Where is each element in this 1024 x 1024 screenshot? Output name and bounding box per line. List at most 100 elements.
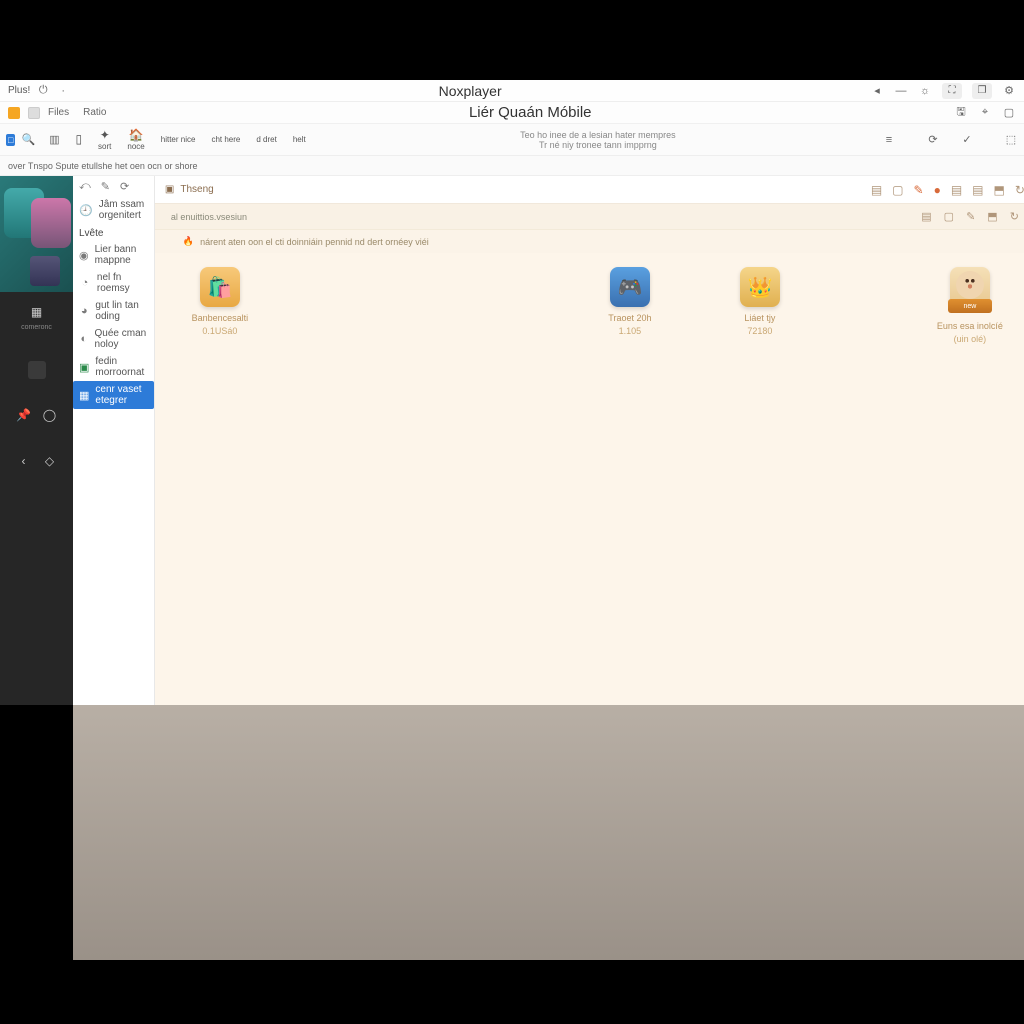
home-icon: 🏠 [129, 129, 144, 141]
letterbox-bottom [0, 960, 1024, 1024]
row2-left-label: Files [48, 107, 69, 118]
page-icon: ▯ [75, 133, 82, 145]
square-icon: ▣ [79, 360, 89, 374]
app-item[interactable]: 👑 Liáet tjy 72180 [715, 267, 805, 336]
game-title: Liér Quaán Móbile [106, 104, 954, 121]
app-icon: 🎮 [610, 267, 650, 307]
clock-icon: ◔ [79, 276, 91, 290]
tool-icon[interactable]: ▤ [972, 183, 983, 197]
check-icon[interactable]: ✓ [960, 133, 974, 147]
grid-icon[interactable]: ▦ [28, 303, 46, 321]
refresh-icon[interactable]: ⟳ [926, 133, 940, 147]
avatar-icon: new [950, 267, 990, 307]
circle-icon: ◉ [79, 248, 89, 262]
sun-icon[interactable]: ☼ [918, 84, 932, 98]
tool-icon[interactable]: ▤ [951, 183, 962, 197]
toolbar-item[interactable]: ▯ [75, 133, 82, 147]
star-icon: ✦ [100, 129, 110, 141]
restore-icon[interactable]: ❐ [972, 83, 992, 99]
sidebar-label: comeronc [21, 324, 52, 331]
sidebar-item[interactable]: ◔nel fn roemsy [73, 269, 154, 297]
circle-icon[interactable]: ◯ [41, 406, 59, 424]
sub-toolbar-text: over Tnspo Spute etullshe het oen ocn or… [8, 161, 197, 171]
back-icon[interactable]: ◂ [870, 84, 884, 98]
sidebar-item[interactable]: ▣fedin morroornat [73, 353, 154, 381]
sidebar-item[interactable]: ◉Lier bann mappne [73, 241, 154, 269]
dot-icon[interactable]: ● [934, 183, 941, 197]
toolbar-item[interactable]: cht here [211, 136, 240, 144]
card-icon[interactable]: ▥ [47, 133, 61, 147]
minimize-icon[interactable]: — [894, 84, 908, 98]
app-title: Noxplayer [70, 83, 870, 99]
content-area: ▣ Thseng ▤ ▢ ✎ ● ▤ ▤ ⬒ ↻ al enuittios.vs… [155, 176, 1024, 705]
sidebar-item-selected[interactable]: ▦cenr vaset etegrer [73, 381, 154, 409]
toolbar-item[interactable]: d dret [256, 136, 276, 144]
app-grid: 🛍️ Banbencesalti 0.1USá0 🎮 Traoet 20h 1.… [155, 253, 1024, 705]
menu-icon[interactable]: ≡ [882, 133, 896, 147]
edit-icon[interactable]: ✎ [914, 183, 924, 197]
app-item[interactable]: 🛍️ Banbencesalti 0.1USá0 [175, 267, 265, 336]
sidebar-item[interactable]: ◕gut lin tan oding [73, 297, 154, 325]
sidebar-item[interactable]: ◐Quée cman noloy [73, 325, 154, 353]
location-icon[interactable]: ⌖ [978, 106, 992, 120]
note-tool-icon[interactable]: ▢ [944, 210, 954, 223]
sidebar-section-title: Lvête [73, 224, 154, 241]
tool-icon[interactable]: ▤ [871, 183, 882, 197]
settings-icon[interactable]: ⚙ [1002, 84, 1016, 98]
sidebar-slot[interactable] [28, 361, 46, 379]
chevron-left-icon[interactable]: ‹ [15, 452, 33, 470]
doc-icon[interactable]: ▢ [1002, 106, 1016, 120]
toolbar-item-home[interactable]: 🏠noce [127, 129, 144, 151]
window-icon[interactable]: ⬚ [1004, 133, 1018, 147]
toolbar-item[interactable]: hitter nice [161, 136, 196, 144]
toolbar-item[interactable]: helt [293, 136, 306, 144]
toolbar-item-sort[interactable]: ✦sort [98, 129, 111, 151]
game-banner[interactable] [0, 176, 73, 292]
home-button[interactable]: □ [6, 134, 15, 146]
emulator-sidebar: ▦ comeronc 📌 ◯ ‹ ◇ [0, 176, 73, 705]
toggle-icon[interactable]: ⏻ [36, 84, 50, 98]
history-icon: 🕘 [79, 203, 93, 217]
sidebar-recent[interactable]: 🕘 Jâm ssam orgenitert [73, 196, 154, 224]
new-badge: new [948, 299, 992, 313]
pie-icon: ◕ [79, 304, 89, 318]
app-item[interactable]: new Euns esa inolcíé (uin olé) [925, 267, 1015, 344]
note-reload-icon[interactable]: ↻ [1010, 210, 1019, 223]
toolbar-subtitle1: Teo ho inee de a lesian hater mempres [314, 130, 882, 140]
content-note-2: 🔥 nárent aten oon el cti doinniáin penni… [155, 230, 1024, 253]
content-header: ▣ Thseng ▤ ▢ ✎ ● ▤ ▤ ⬒ ↻ [155, 176, 1024, 204]
note-tool-icon[interactable]: ▤ [921, 210, 931, 223]
diamond-icon[interactable]: ◇ [41, 452, 59, 470]
tool-icon[interactable]: ⬒ [994, 183, 1005, 197]
header-badge-icon: ▣ [165, 184, 174, 195]
half-icon: ◐ [79, 332, 89, 346]
content-header-label: Thseng [180, 184, 213, 195]
subtitle-bar: Files Ratio Liér Quaán Móbile 🖫 ⌖ ▢ [0, 102, 1024, 124]
desktop-background [73, 705, 1024, 960]
titlebar-left-label: Plus! [8, 85, 30, 96]
fullscreen-icon[interactable]: ⛶ [942, 83, 962, 99]
file-sidebar: ⤺ ✎ ⟳ 🕘 Jâm ssam orgenitert Lvête ◉Lier … [73, 176, 155, 705]
titlebar: Plus! ⏻ · Noxplayer ◂ — ☼ ⛶ ❐ ⚙ [0, 80, 1024, 102]
nav-back-icon[interactable]: ⤺ [79, 180, 91, 193]
app-item[interactable]: 🎮 Traoet 20h 1.105 [585, 267, 675, 336]
row2-right-label: Ratio [83, 107, 106, 118]
pin-icon[interactable]: 📌 [15, 406, 33, 424]
note-edit-icon[interactable]: ✎ [966, 210, 975, 223]
dot-icon: · [56, 84, 70, 98]
note-tool-icon[interactable]: ⬒ [987, 210, 997, 223]
fire-icon: 🔥 [183, 236, 194, 247]
toolbar: □ 🔍 ▥ ▯ ✦sort 🏠noce hitter nice cht here… [0, 124, 1024, 156]
reload-icon[interactable]: ↻ [1015, 183, 1024, 197]
app-badge-icon [8, 107, 20, 119]
tool-icon[interactable]: ▢ [892, 183, 903, 197]
save-icon[interactable]: 🖫 [954, 106, 968, 120]
toolbar-subtitle2: Tr né niy tronee tann impprng [314, 140, 882, 150]
search-icon[interactable]: 🔍 [21, 133, 35, 147]
sidebar-recent-label: Jâm ssam orgenitert [99, 199, 148, 221]
app-icon: 👑 [740, 267, 780, 307]
nav-refresh-icon[interactable]: ⟳ [120, 180, 129, 193]
sub-toolbar: over Tnspo Spute etullshe het oen ocn or… [0, 156, 1024, 176]
grid-icon: ▦ [79, 388, 89, 402]
nav-edit-icon[interactable]: ✎ [101, 180, 110, 193]
